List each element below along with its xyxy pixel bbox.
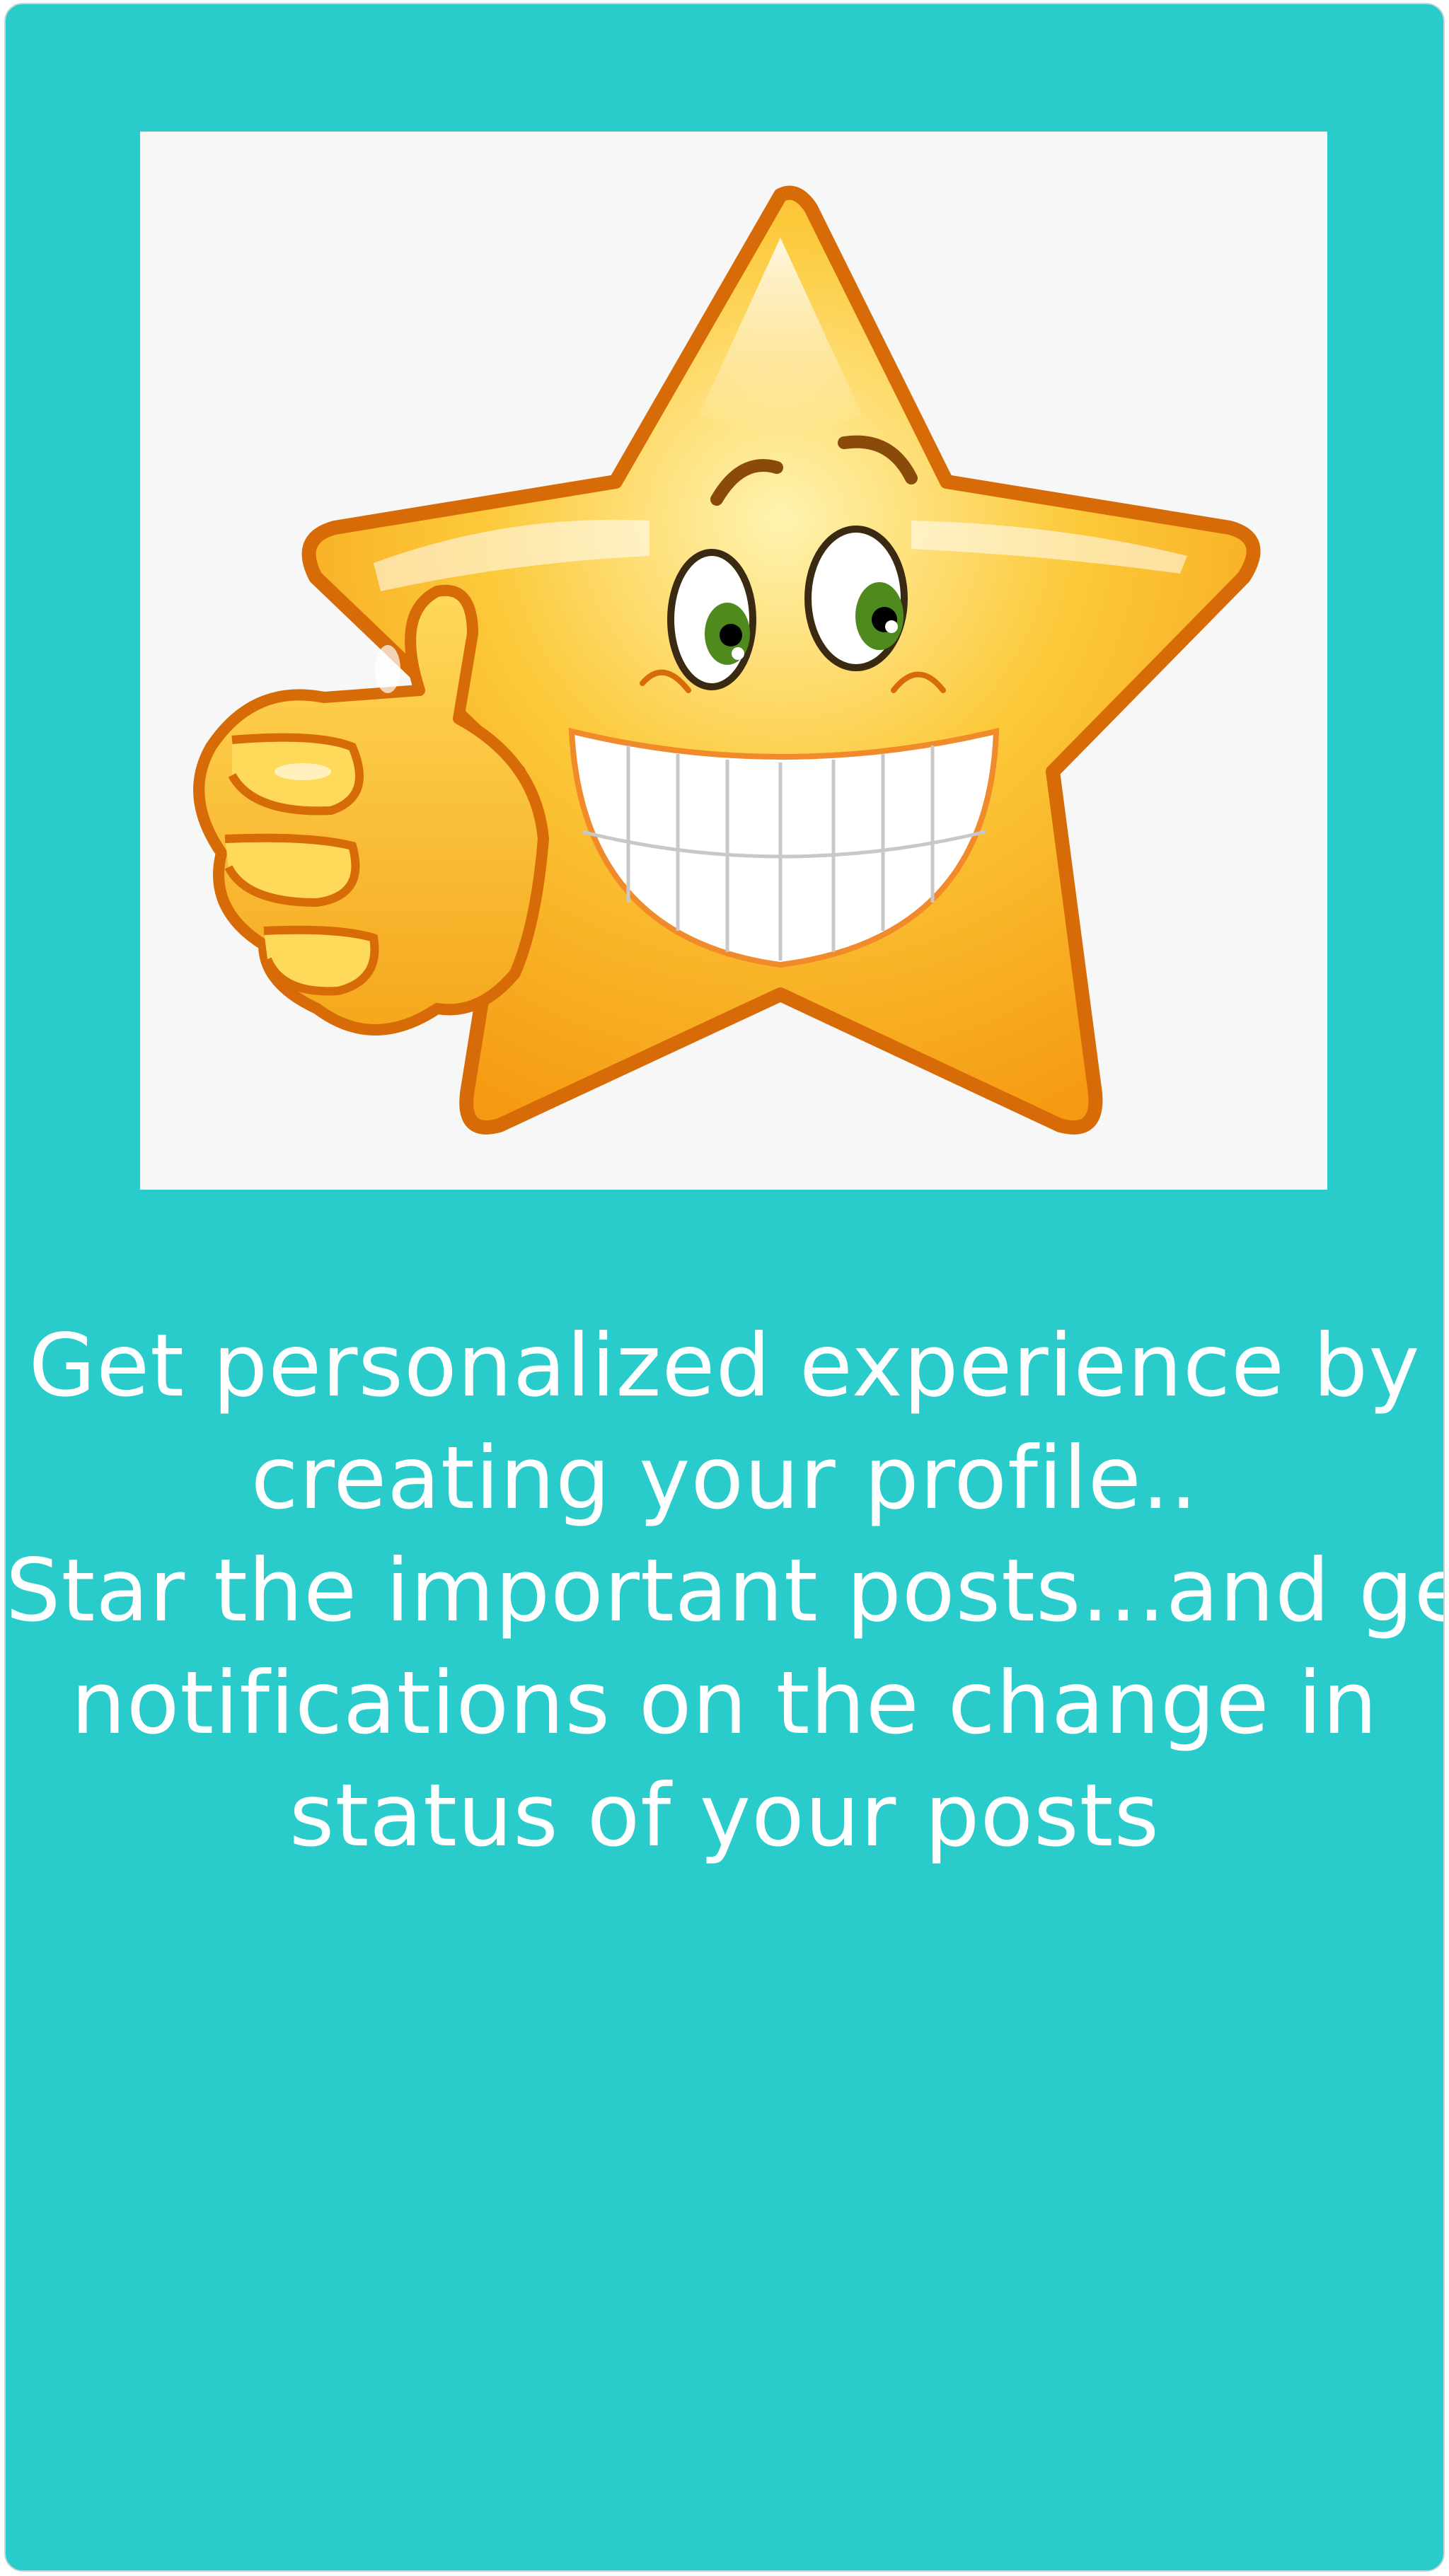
- message-line: Get personalized experience by: [28, 1316, 1421, 1416]
- message-line: Star the important posts...and get: [6, 1541, 1445, 1641]
- message-line: creating your profile..: [250, 1428, 1199, 1528]
- onboarding-card: Get personalized experience by creating …: [4, 3, 1445, 2572]
- illustration-panel: [140, 132, 1327, 1190]
- message-line: notifications on the change in: [71, 1653, 1378, 1753]
- onboarding-message: Get personalized experience by creating …: [6, 1310, 1443, 1872]
- message-line: status of your posts: [289, 1765, 1160, 1866]
- smiling-star-thumbs-up-icon: [193, 185, 1261, 1135]
